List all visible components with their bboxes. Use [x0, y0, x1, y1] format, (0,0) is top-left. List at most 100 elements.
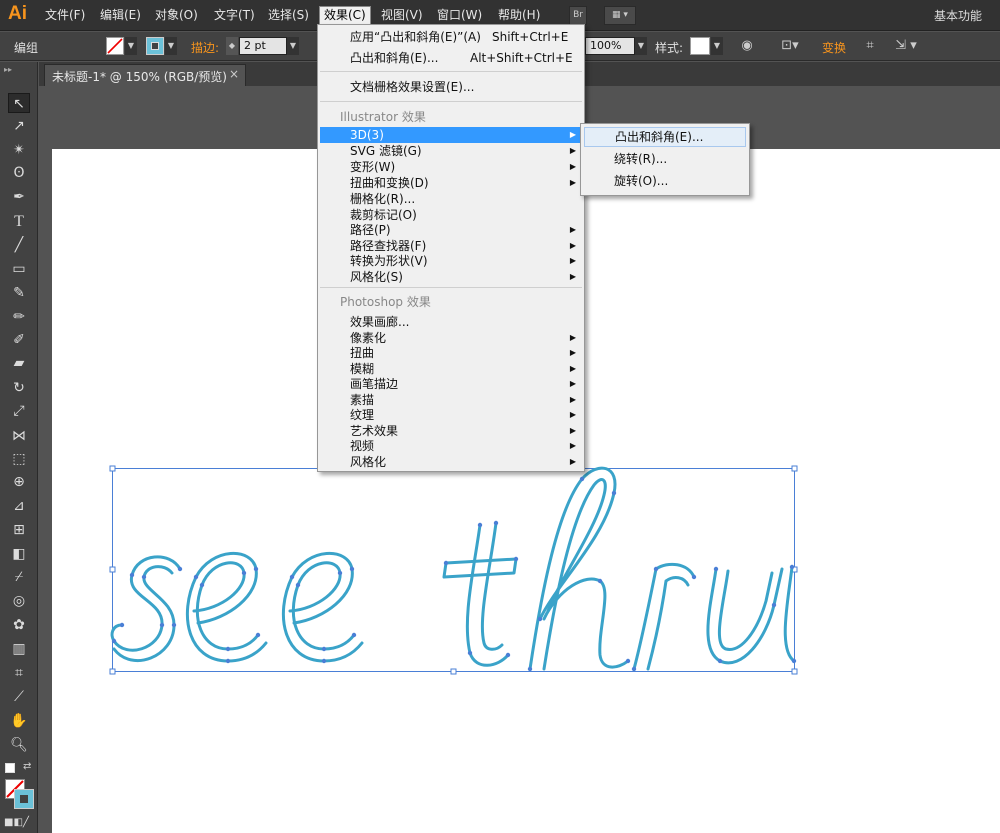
fill-dropdown[interactable]: ▼: [125, 37, 137, 55]
color-mode-icons[interactable]: ■◧╱: [4, 817, 29, 828]
menu-separator: [320, 101, 582, 102]
menu-item-distort-transform[interactable]: 扭曲和变换(D) ▶: [320, 175, 582, 191]
stroke-label[interactable]: 描边:: [191, 39, 219, 56]
menu-item-effect-gallery[interactable]: 效果画廊...: [320, 314, 582, 330]
gradient-tool-icon[interactable]: ◧: [8, 544, 30, 564]
menu-item-texture[interactable]: 纹理 ▶: [320, 407, 582, 423]
pen-tool-icon[interactable]: ✒: [8, 187, 30, 207]
raster-effects-settings-item[interactable]: 文档栅格效果设置(E)...: [320, 79, 582, 95]
menu-item-stylize-photoshop[interactable]: 风格化 ▶: [320, 454, 582, 470]
menu-item-distort[interactable]: 扭曲 ▶: [320, 345, 582, 361]
symbol-sprayer-tool-icon[interactable]: ✿: [8, 615, 30, 635]
mesh-tool-icon[interactable]: ⊞: [8, 520, 30, 540]
menu-edit[interactable]: 编辑(E): [96, 7, 145, 24]
menu-view[interactable]: 视图(V): [377, 7, 427, 24]
menu-item-sketch[interactable]: 素描 ▶: [320, 392, 582, 408]
menu-type[interactable]: 文字(T): [210, 7, 259, 24]
fill-swatch[interactable]: [106, 37, 124, 55]
type-tool-icon[interactable]: T: [8, 212, 30, 232]
transform-link[interactable]: 变换: [822, 39, 846, 56]
menu-select[interactable]: 选择(S): [264, 7, 313, 24]
menu-item-pathfinder[interactable]: 路径查找器(F) ▶: [320, 238, 582, 254]
column-graph-tool-icon[interactable]: ▥: [8, 639, 30, 659]
last-effect-item[interactable]: 凸出和斜角(E)... Alt+Shift+Ctrl+E: [320, 50, 582, 66]
opacity-dropdown[interactable]: ▼: [635, 37, 647, 55]
menu-item-stylize[interactable]: 风格化(S) ▶: [320, 269, 582, 285]
scale-tool-icon[interactable]: ⤢: [8, 401, 30, 421]
lasso-tool-icon[interactable]: ʘ: [8, 163, 30, 183]
menu-window[interactable]: 窗口(W): [433, 7, 486, 24]
collapse-panel-icon[interactable]: ▸▸: [4, 65, 12, 74]
blob-brush-tool-icon[interactable]: ✐: [8, 330, 30, 350]
workspace-switcher[interactable]: 基本功能: [934, 7, 982, 24]
panel-menu-icon[interactable]: ⇲ ▾: [891, 38, 921, 54]
rotate-tool-icon[interactable]: ↻: [8, 378, 30, 398]
slice-tool-icon[interactable]: ⟋: [8, 687, 30, 707]
menu-object[interactable]: 对象(O): [151, 7, 202, 24]
submenu-arrow-icon: ▶: [569, 410, 576, 419]
menu-item-convert-to-shape[interactable]: 转换为形状(V) ▶: [320, 253, 582, 269]
menu-effect[interactable]: 效果(C): [319, 6, 371, 25]
width-tool-icon[interactable]: ⋈: [8, 426, 30, 446]
submenu-arrow-icon: ▶: [569, 178, 576, 187]
menu-item-blur[interactable]: 模糊 ▶: [320, 361, 582, 377]
bridge-button[interactable]: Br: [569, 6, 587, 25]
isolate-icon[interactable]: ⌗: [861, 38, 879, 54]
close-document-icon[interactable]: ×: [229, 67, 239, 81]
outlined-text-see-thru[interactable]: [110, 466, 796, 671]
stroke-stepper[interactable]: ◆: [226, 37, 238, 55]
zoom-tool-icon[interactable]: 🔍︎: [8, 735, 30, 755]
stroke-weight-dropdown[interactable]: ▼: [287, 37, 299, 55]
letter-h-ascender-inner: [542, 478, 607, 671]
perspective-grid-tool-icon[interactable]: ⊿: [8, 496, 30, 516]
blend-tool-icon[interactable]: ◎: [8, 591, 30, 611]
graphic-style-dropdown[interactable]: ▼: [711, 37, 723, 55]
eyedropper-tool-icon[interactable]: ⌿: [8, 567, 30, 587]
arrange-documents-button[interactable]: ▦ ▾: [604, 6, 636, 25]
selection-tool-icon[interactable]: ↖: [8, 93, 30, 113]
menu-item-warp[interactable]: 变形(W) ▶: [320, 159, 582, 175]
hand-tool-icon[interactable]: ✋: [8, 711, 30, 731]
magic-wand-tool-icon[interactable]: ✴: [8, 140, 30, 160]
opacity-field[interactable]: 100%: [585, 37, 635, 55]
artboard-tool-icon[interactable]: ⌗: [8, 663, 30, 683]
shape-builder-tool-icon[interactable]: ⊕: [8, 472, 30, 492]
menu-item-pixelate[interactable]: 像素化 ▶: [320, 330, 582, 346]
menu-file[interactable]: 文件(F): [41, 7, 89, 24]
recolor-artwork-icon[interactable]: ◉: [738, 38, 756, 54]
free-transform-tool-icon[interactable]: ⬚: [8, 449, 30, 469]
menu-item-crop-marks[interactable]: 裁剪标记(O): [320, 207, 582, 223]
submenu-arrow-icon: ▶: [569, 241, 576, 250]
letter-e-1: [192, 561, 260, 651]
line-tool-icon[interactable]: ╱: [8, 235, 30, 255]
apply-last-effect-item[interactable]: 应用“凸出和斜角(E)”(A) Shift+Ctrl+E: [320, 29, 582, 45]
stroke-swatch[interactable]: [146, 37, 164, 55]
default-colors-icon[interactable]: [5, 763, 15, 773]
menu-item-path[interactable]: 路径(P) ▶: [320, 222, 582, 238]
pencil-tool-icon[interactable]: ✏: [8, 307, 30, 327]
stroke-color-icon[interactable]: [14, 789, 34, 809]
menu-item-video[interactable]: 视频 ▶: [320, 438, 582, 454]
rectangle-tool-icon[interactable]: ▭: [8, 259, 30, 279]
illustrator-effects-header: Illustrator 效果: [340, 110, 426, 124]
eraser-tool-icon[interactable]: ▰: [8, 353, 30, 373]
align-icon[interactable]: ⊡▾: [778, 38, 802, 54]
stroke-dropdown[interactable]: ▼: [165, 37, 177, 55]
swap-colors-icon[interactable]: ⇄: [23, 761, 31, 772]
extrude-bevel-item[interactable]: 凸出和斜角(E)...: [584, 127, 746, 147]
revolve-item[interactable]: 绕转(R)...: [584, 149, 746, 169]
graphic-style-swatch[interactable]: [690, 37, 710, 55]
menu-item-brush-strokes[interactable]: 画笔描边 ▶: [320, 376, 582, 392]
paintbrush-tool-icon[interactable]: ✎: [8, 283, 30, 303]
menu-item-svg-filters[interactable]: SVG 滤镜(G) ▶: [320, 143, 582, 159]
menu-item-rasterize[interactable]: 栅格化(R)...: [320, 191, 582, 207]
menu-help[interactable]: 帮助(H): [494, 7, 544, 24]
direct-selection-tool-icon[interactable]: ↗: [8, 116, 30, 136]
letter-u-right: [783, 565, 796, 663]
document-tab[interactable]: 未标题-1* @ 150% (RGB/预览) ×: [44, 64, 246, 86]
letter-r-inner: [646, 576, 690, 671]
rotate-item[interactable]: 旋转(O)...: [584, 171, 746, 191]
stroke-weight-field[interactable]: 2 pt: [239, 37, 287, 55]
menu-item-artistic[interactable]: 艺术效果 ▶: [320, 423, 582, 439]
menu-item-3d[interactable]: 3D(3) ▶: [320, 127, 582, 143]
